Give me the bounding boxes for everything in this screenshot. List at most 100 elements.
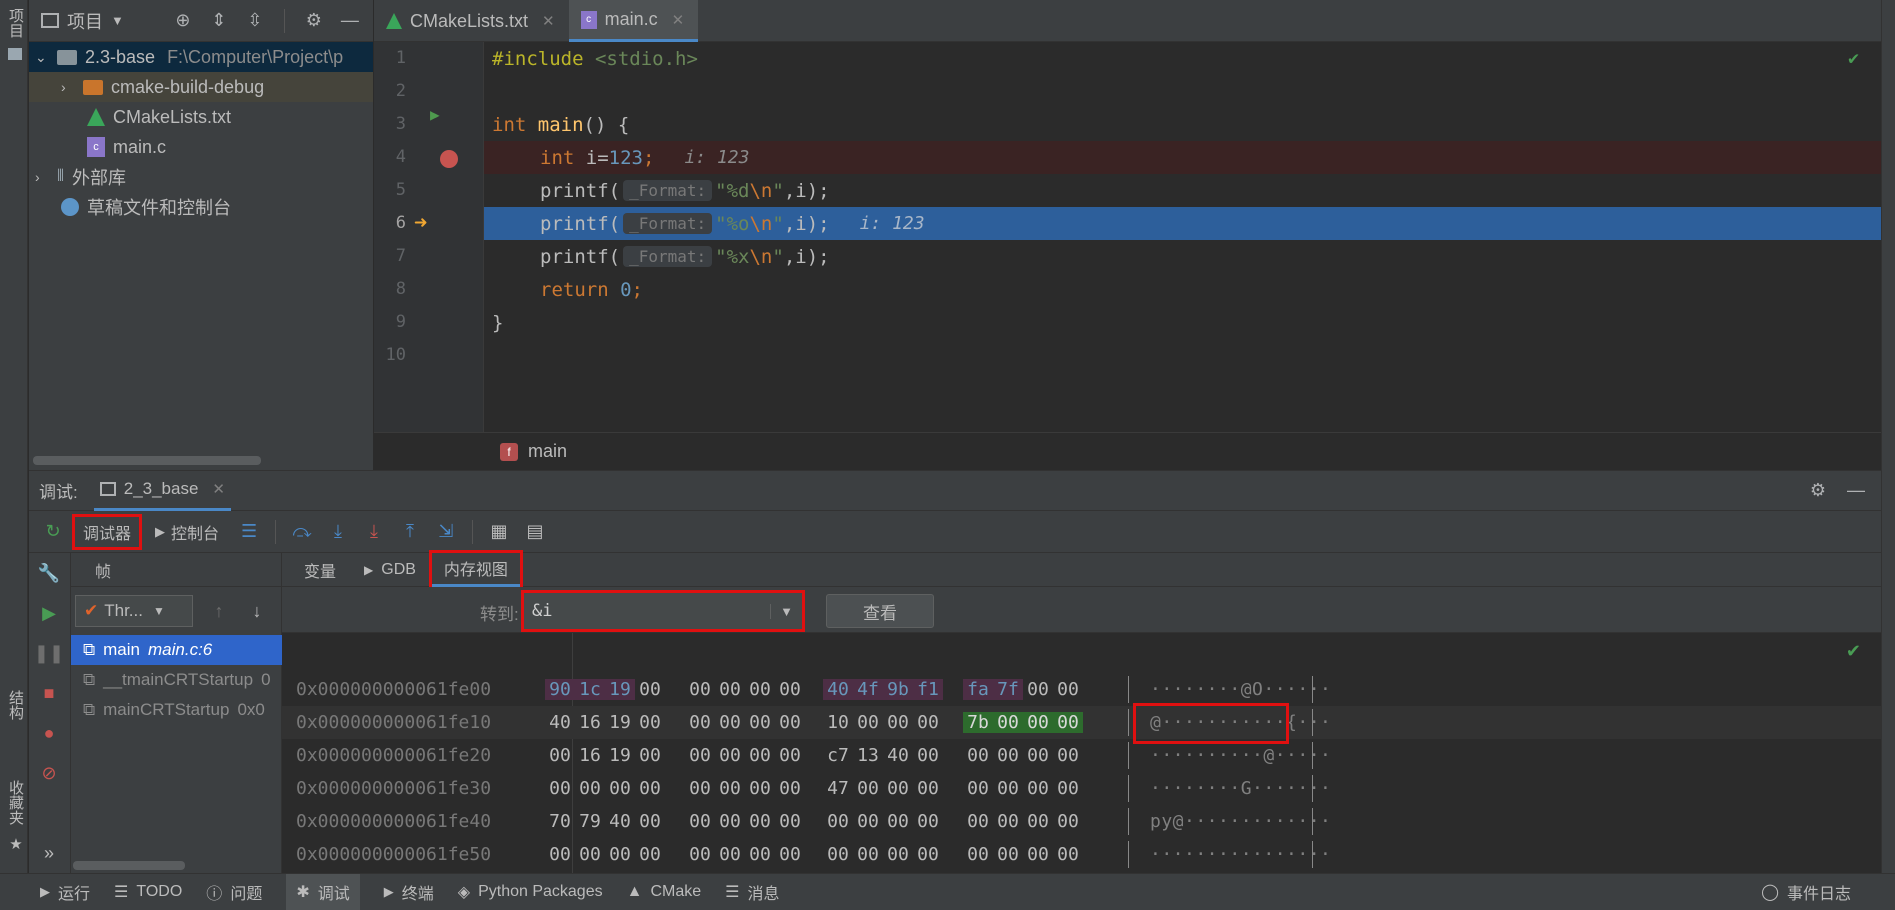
memory-byte[interactable]: 00 [545, 745, 575, 766]
frame-row[interactable]: ⧉ main main.c:6 [71, 635, 282, 665]
memory-byte[interactable]: 00 [685, 778, 715, 799]
memory-byte[interactable]: 1c [575, 679, 605, 700]
memory-byte[interactable]: 00 [605, 844, 635, 865]
more-icon[interactable]: » [35, 839, 63, 867]
tab-memory-view[interactable]: 内存视图 [428, 549, 523, 590]
breakpoint-icon[interactable] [440, 150, 458, 168]
frames-scrollbar[interactable] [73, 861, 185, 870]
memory-byte[interactable]: 00 [993, 712, 1023, 733]
memory-byte[interactable]: 00 [685, 679, 715, 700]
run-gutter-icon[interactable]: ▶ [430, 105, 440, 124]
memory-byte[interactable]: 00 [1053, 712, 1083, 733]
memory-byte[interactable]: 16 [575, 745, 605, 766]
memory-byte[interactable]: 00 [745, 811, 775, 832]
frame-row[interactable]: ⧉ mainCRTStartup 0x0 [71, 695, 282, 725]
memory-byte[interactable]: 40 [883, 745, 913, 766]
memory-byte[interactable]: 00 [1023, 844, 1053, 865]
memory-byte[interactable]: 40 [823, 679, 853, 700]
memory-byte[interactable]: 00 [775, 778, 805, 799]
console-tab-button[interactable]: ▶ 控制台 [147, 517, 227, 547]
status-run[interactable]: ▶ 运行 [40, 880, 90, 904]
memory-byte[interactable]: 00 [1023, 679, 1053, 700]
memory-byte[interactable]: 00 [883, 712, 913, 733]
collapse-all-icon[interactable]: ⇳ [244, 10, 266, 32]
memory-byte[interactable]: 00 [685, 712, 715, 733]
memory-byte[interactable]: 00 [715, 745, 745, 766]
breadcrumb-item[interactable]: main [528, 441, 567, 462]
goto-combobox[interactable]: &i ▼ [521, 590, 805, 632]
memory-byte[interactable]: 10 [823, 712, 853, 733]
layout-icon[interactable]: ▤ [521, 518, 549, 546]
memory-byte[interactable]: 00 [685, 745, 715, 766]
memory-byte[interactable]: 00 [853, 844, 883, 865]
memory-byte[interactable]: 00 [775, 811, 805, 832]
wrench-icon[interactable]: 🔧 [35, 559, 63, 587]
memory-byte[interactable]: 70 [545, 811, 575, 832]
memory-byte[interactable]: 00 [853, 778, 883, 799]
horizontal-scrollbar[interactable] [33, 456, 261, 465]
memory-byte[interactable]: 16 [575, 712, 605, 733]
memory-byte[interactable]: 00 [1053, 844, 1083, 865]
memory-byte[interactable]: 00 [963, 844, 993, 865]
resume-icon[interactable]: ▶ [35, 599, 63, 627]
tab-gdb[interactable]: ▶ GDB [352, 553, 428, 587]
step-into-icon[interactable]: ⤓ [324, 518, 352, 546]
memory-byte[interactable]: 00 [853, 712, 883, 733]
stop-icon[interactable]: ■ [35, 679, 63, 707]
memory-byte[interactable]: 4f [853, 679, 883, 700]
memory-byte[interactable]: 00 [545, 778, 575, 799]
force-step-into-icon[interactable]: ⤓ [360, 518, 388, 546]
code-editor[interactable]: 1 2 3 4 5 6 7 8 9 10 ▶ ➜ #include <stdio… [374, 42, 1881, 432]
status-terminal[interactable]: ▶ 终端 [384, 880, 434, 904]
memory-byte[interactable]: 00 [913, 811, 943, 832]
mute-breakpoints-icon[interactable]: ⊘ [35, 759, 63, 787]
expand-all-icon[interactable]: ⇕ [208, 10, 230, 32]
memory-byte[interactable]: 00 [883, 778, 913, 799]
debug-session-tab[interactable]: 2_3_base ✕ [93, 471, 231, 511]
memory-byte[interactable]: 00 [635, 844, 665, 865]
memory-byte[interactable]: 00 [1053, 811, 1083, 832]
status-messages[interactable]: ☰ 消息 [725, 880, 779, 904]
memory-byte[interactable]: 47 [823, 778, 853, 799]
memory-byte[interactable]: 00 [853, 811, 883, 832]
memory-byte[interactable]: 40 [605, 811, 635, 832]
tree-item-project-root[interactable]: ⌄ 2.3-base F:\Computer\Project\p [29, 42, 373, 72]
memory-byte[interactable]: 00 [545, 844, 575, 865]
memory-byte[interactable]: 00 [745, 778, 775, 799]
locate-icon[interactable]: ⊕ [172, 10, 194, 32]
status-debug[interactable]: ✱ 调试 [286, 874, 360, 910]
memory-byte[interactable]: 00 [913, 745, 943, 766]
step-out-icon[interactable]: ⤒ [396, 518, 424, 546]
gear-icon[interactable]: ⚙ [1807, 480, 1829, 502]
memory-byte[interactable]: 00 [605, 778, 635, 799]
memory-byte[interactable]: 00 [993, 811, 1023, 832]
memory-byte[interactable]: 00 [963, 811, 993, 832]
tab-cmakelists[interactable]: CMakeLists.txt ✕ [374, 0, 569, 42]
favorites-tool-tab[interactable]: 收藏夹 ★ [2, 780, 26, 853]
memory-byte[interactable]: 90 [545, 679, 575, 700]
minimize-icon[interactable]: — [1845, 480, 1867, 502]
memory-byte[interactable]: 00 [745, 844, 775, 865]
arrow-up-icon[interactable]: ↑ [205, 597, 233, 625]
memory-byte[interactable]: 00 [963, 745, 993, 766]
status-event-log[interactable]: ◯ 事件日志 [1761, 880, 1851, 904]
tab-main-c[interactable]: c main.c ✕ [568, 0, 699, 42]
memory-byte[interactable]: 00 [635, 778, 665, 799]
rerun-icon[interactable]: ↻ [39, 518, 67, 546]
memory-byte[interactable]: 00 [993, 745, 1023, 766]
memory-byte[interactable]: 00 [575, 778, 605, 799]
memory-byte[interactable]: 00 [635, 679, 665, 700]
memory-byte[interactable]: 19 [605, 745, 635, 766]
memory-byte[interactable]: 00 [993, 778, 1023, 799]
status-todo[interactable]: ☰ TODO [114, 882, 182, 902]
memory-byte[interactable]: 00 [575, 844, 605, 865]
memory-byte[interactable]: 00 [1023, 811, 1053, 832]
memory-byte[interactable]: 00 [1023, 778, 1053, 799]
memory-byte[interactable]: fa [963, 679, 993, 700]
memory-byte[interactable]: 9b [883, 679, 913, 700]
memory-byte[interactable]: 00 [775, 712, 805, 733]
memory-byte[interactable]: 00 [745, 745, 775, 766]
memory-byte[interactable]: 00 [913, 778, 943, 799]
memory-byte[interactable]: 00 [715, 679, 745, 700]
memory-byte[interactable]: 00 [775, 844, 805, 865]
